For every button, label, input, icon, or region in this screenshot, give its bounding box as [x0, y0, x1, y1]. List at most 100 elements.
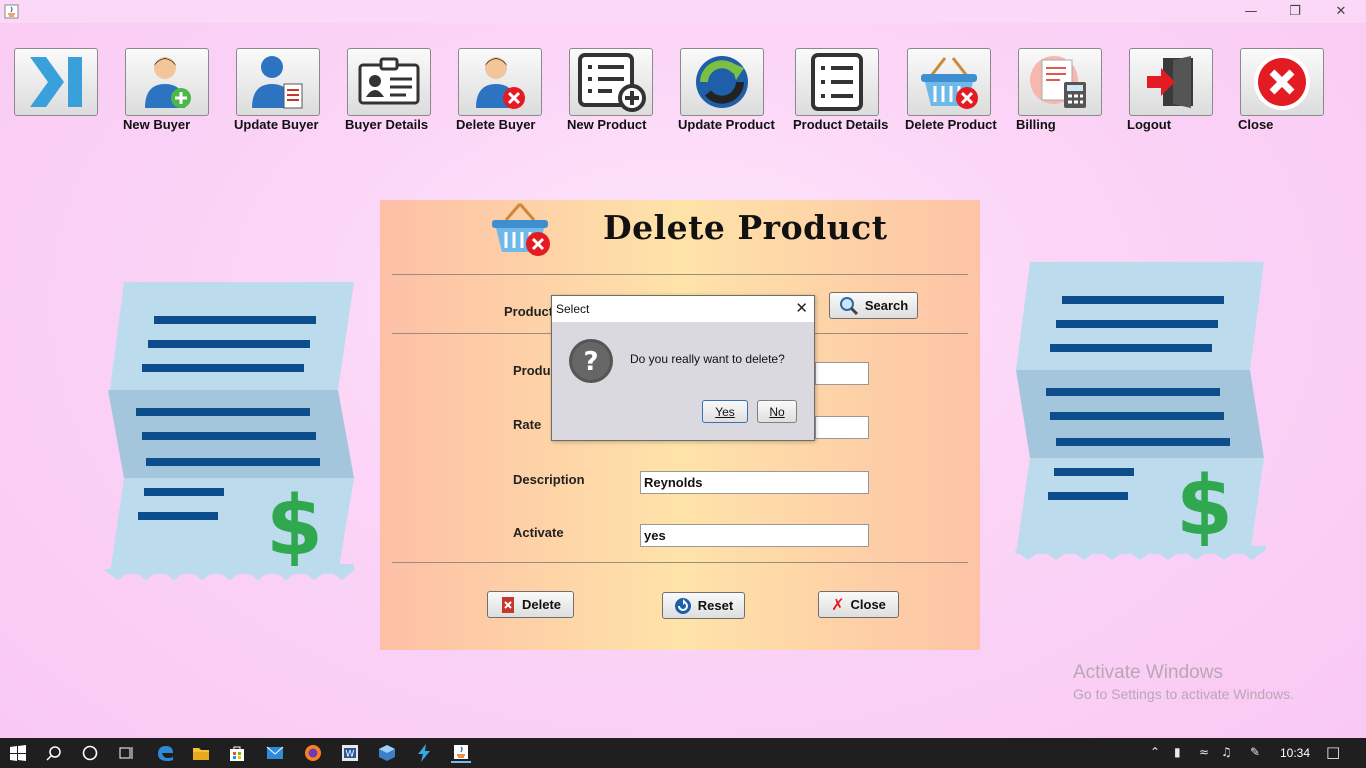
svg-text:W: W — [346, 750, 355, 760]
delete-button[interactable]: Delete — [487, 591, 574, 618]
logout-label: Logout — [1127, 117, 1172, 132]
buyer-details-button[interactable] — [347, 48, 431, 116]
refresh-icon — [696, 56, 748, 108]
close-circle-icon — [1254, 54, 1310, 110]
confirm-dialog: Select ✕ ? Do you really want to delete?… — [551, 295, 815, 441]
java-app-icon[interactable] — [451, 743, 471, 763]
reset-button-label: Reset — [697, 598, 734, 613]
close-button-label: Close — [850, 597, 886, 612]
update-product-button[interactable] — [680, 48, 764, 116]
buyer-details-label: Buyer Details — [345, 117, 429, 132]
product-details-button[interactable] — [795, 48, 879, 116]
new-buyer-button[interactable] — [125, 48, 209, 116]
chevron-up-icon[interactable]: ⌃ — [1150, 745, 1160, 759]
billing-label: Billing — [1016, 117, 1056, 132]
new-product-label: New Product — [567, 117, 647, 132]
start-icon[interactable] — [8, 743, 28, 763]
divider — [392, 562, 968, 563]
product-details-label: Product Details — [793, 117, 889, 132]
reset-icon — [674, 597, 691, 614]
edit-user-icon — [252, 56, 303, 109]
activate-field[interactable]: yes — [640, 524, 869, 547]
minimize-icon[interactable]: — — [1228, 0, 1274, 23]
logout-button[interactable] — [1129, 48, 1213, 116]
add-user-icon — [145, 57, 191, 108]
rate-label: Rate — [513, 417, 542, 432]
pen-icon[interactable]: ✎ — [1250, 745, 1260, 759]
id-card-icon — [358, 57, 420, 105]
window-title-bar: — ❐ ✕ — [0, 0, 1366, 23]
clock[interactable]: 10:34 — [1280, 746, 1310, 760]
app-icon[interactable] — [414, 743, 434, 763]
svg-text:$: $ — [266, 479, 323, 574]
task-view-icon[interactable] — [116, 743, 136, 763]
yes-button[interactable]: Yes — [702, 400, 748, 423]
description-label: Description — [513, 472, 585, 487]
activate-label: Activate — [513, 525, 564, 540]
dialog-close-icon[interactable]: ✕ — [795, 299, 808, 317]
basket-delete-icon — [921, 57, 978, 109]
dialog-message: Do you really want to delete? — [630, 352, 785, 366]
delete-buyer-label: Delete Buyer — [456, 117, 536, 132]
product-name-field[interactable] — [815, 362, 869, 385]
page-title: Delete Product — [603, 208, 888, 247]
restore-icon[interactable]: ❐ — [1272, 0, 1318, 23]
new-product-button[interactable] — [569, 48, 653, 116]
description-field[interactable]: Reynolds — [640, 471, 869, 494]
update-buyer-label: Update Buyer — [234, 117, 319, 132]
search-button[interactable]: Search — [829, 292, 918, 319]
close-x-icon: ✗ — [831, 595, 845, 614]
mail-icon[interactable] — [265, 743, 285, 763]
virtualbox-icon[interactable] — [377, 743, 397, 763]
search-icon — [839, 296, 858, 315]
wifi-icon[interactable]: ≈ — [1199, 745, 1209, 759]
delete-button-label: Delete — [521, 597, 562, 612]
new-buyer-label: New Buyer — [123, 117, 191, 132]
delete-file-icon — [501, 596, 514, 613]
divider — [392, 274, 968, 275]
delete-product-label: Delete Product — [905, 117, 997, 132]
word-icon[interactable]: W — [340, 743, 360, 763]
no-button[interactable]: No — [757, 400, 797, 423]
search-button-label: Search — [864, 298, 909, 313]
cortana-icon[interactable] — [80, 743, 100, 763]
firefox-icon[interactable] — [303, 743, 323, 763]
list-icon — [811, 53, 863, 111]
dialog-title-bar: Select ✕ — [552, 296, 814, 322]
delete-buyer-button[interactable] — [458, 48, 542, 116]
close-button[interactable]: ✗ Close — [818, 591, 899, 618]
notification-icon[interactable]: □ — [1326, 743, 1340, 761]
basket-delete-icon — [492, 203, 550, 256]
activate-windows-title: Activate Windows — [1073, 662, 1223, 683]
update-buyer-button[interactable] — [236, 48, 320, 116]
update-product-label: Update Product — [678, 117, 775, 132]
rate-field[interactable] — [815, 416, 869, 439]
collapse-arrow-icon — [30, 57, 82, 107]
collapse-button[interactable] — [14, 48, 98, 116]
delete-product-button[interactable] — [907, 48, 991, 116]
add-list-icon — [578, 53, 646, 112]
close-app-label: Close — [1238, 117, 1274, 132]
close-icon[interactable]: ✕ — [1318, 0, 1364, 23]
reset-button[interactable]: Reset — [662, 592, 745, 619]
invoice-calculator-icon — [1030, 56, 1086, 108]
remove-user-icon — [476, 57, 525, 109]
question-icon: ? — [569, 339, 613, 383]
svg-text:$: $ — [1176, 459, 1233, 554]
close-app-button[interactable] — [1240, 48, 1324, 116]
receipt-illustration-right: $ — [1014, 262, 1266, 560]
taskbar: W ⌃ ▮ ≈ ♫ ✎ 10:34 □ — [0, 738, 1366, 768]
edge-icon[interactable] — [155, 743, 175, 763]
dialog-title: Select — [556, 302, 590, 316]
receipt-illustration-left: $ — [104, 282, 354, 580]
exit-door-icon — [1147, 56, 1193, 108]
store-icon[interactable] — [227, 743, 247, 763]
battery-icon[interactable]: ▮ — [1174, 745, 1181, 759]
volume-icon[interactable]: ♫ — [1221, 745, 1232, 759]
activate-windows-subtitle: Go to Settings to activate Windows. — [1073, 686, 1294, 702]
file-explorer-icon[interactable] — [191, 743, 211, 763]
svg-text:?: ? — [583, 347, 598, 377]
search-icon[interactable] — [44, 743, 64, 763]
java-icon — [4, 4, 19, 19]
billing-button[interactable] — [1018, 48, 1102, 116]
